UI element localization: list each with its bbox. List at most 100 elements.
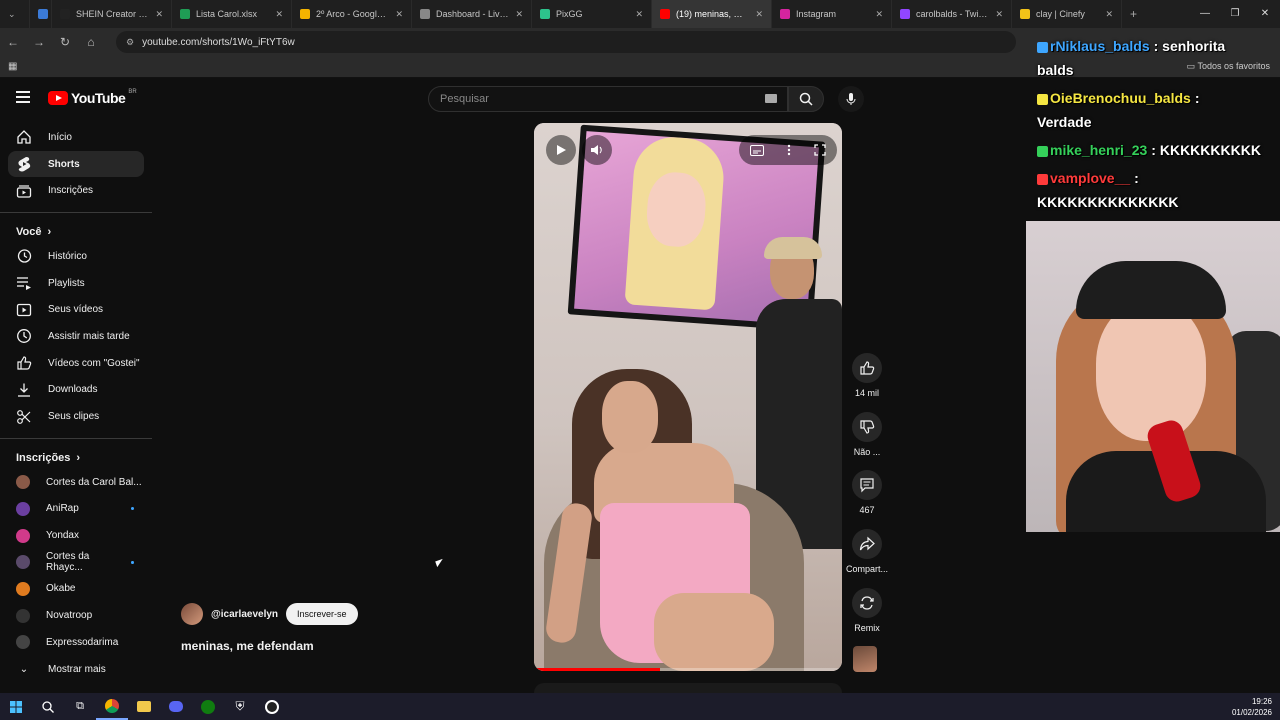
watch-later-icon xyxy=(16,328,32,344)
reload-button[interactable]: ↻ xyxy=(58,35,72,49)
more-options-icon[interactable] xyxy=(787,144,791,156)
browser-tab[interactable]: (19) meninas, me de ✕ xyxy=(652,0,772,28)
subscription-item[interactable]: AniRap xyxy=(8,496,144,523)
tab-close-icon[interactable]: ✕ xyxy=(1105,9,1113,20)
captions-icon[interactable] xyxy=(750,144,765,156)
search-input[interactable]: Pesquisar xyxy=(428,86,788,112)
action-count-label: Remix xyxy=(854,622,880,633)
sidebar-subscriptions-heading[interactable]: Inscrições › xyxy=(0,447,152,469)
dislike-button[interactable] xyxy=(852,411,882,442)
browser-tab[interactable]: Dashboard - LivePix ✕ xyxy=(412,0,532,28)
browser-tab[interactable]: Instagram ✕ xyxy=(772,0,892,28)
browser-tab[interactable] xyxy=(30,0,52,28)
sidebar-item-label: Histórico xyxy=(48,250,87,262)
sidebar-item-seus-vídeos[interactable]: Seus vídeos xyxy=(8,296,144,323)
home-button[interactable]: ⌂ xyxy=(84,35,98,49)
browser-tab[interactable]: 2º Arco - Google Dri ✕ xyxy=(292,0,412,28)
tab-close-icon[interactable]: ✕ xyxy=(875,9,883,20)
taskbar-xbox[interactable] xyxy=(192,693,224,720)
chat-badge-icon xyxy=(1037,173,1048,185)
all-bookmarks-button[interactable]: ▭ Todos os favoritos xyxy=(1187,61,1270,72)
fullscreen-icon[interactable] xyxy=(813,144,826,156)
channel-row: @icarlaevelyn Inscrever-se xyxy=(181,603,358,625)
subscription-item[interactable]: Cortes da Rhayc... xyxy=(8,549,144,576)
like-button[interactable] xyxy=(852,353,882,383)
site-info-icon[interactable]: ⚙ xyxy=(126,37,134,48)
subscriptions-heading-label: Inscrições xyxy=(16,451,71,464)
sidebar-item-inscrições[interactable]: Inscrições xyxy=(8,177,144,204)
video-progress-bar[interactable] xyxy=(534,668,842,671)
menu-icon[interactable] xyxy=(16,91,30,103)
new-tab-button[interactable]: + xyxy=(1122,0,1146,28)
tab-close-icon[interactable]: ✕ xyxy=(155,9,163,20)
taskbar-chrome[interactable] xyxy=(96,693,128,720)
subscriptions-icon xyxy=(16,183,32,199)
share-button[interactable] xyxy=(852,529,882,560)
system-clock[interactable]: 19:26 01/02/2026 xyxy=(1232,696,1272,718)
browser-tab[interactable]: Lista Carol.xlsx ✕ xyxy=(172,0,292,28)
tab-close-icon[interactable]: ✕ xyxy=(995,9,1003,20)
play-button[interactable] xyxy=(546,135,576,165)
tab-close-icon[interactable]: ✕ xyxy=(515,9,523,20)
taskbar-discord[interactable] xyxy=(160,693,192,720)
tab-close-icon[interactable]: ✕ xyxy=(635,9,643,20)
shorts-player[interactable] xyxy=(534,123,842,671)
minimize-button[interactable]: — xyxy=(1190,0,1220,28)
browser-tab[interactable]: carolbalds - Twitch ✕ xyxy=(892,0,1012,28)
chat-message: Verdade xyxy=(1037,114,1091,130)
new-content-dot xyxy=(131,560,134,564)
tab-close-icon[interactable]: ✕ xyxy=(395,9,403,20)
taskbar-search-button[interactable] xyxy=(32,693,64,720)
sidebar-you-heading[interactable]: Você › xyxy=(0,221,152,243)
chat-username: mike_henri_23 xyxy=(1050,142,1148,158)
forward-button[interactable]: → xyxy=(32,35,46,49)
subscribe-button[interactable]: Inscrever-se xyxy=(286,603,358,625)
voice-search-button[interactable] xyxy=(838,86,864,112)
sidebar-item-downloads[interactable]: Downloads xyxy=(8,377,144,404)
subscription-item[interactable]: Yondax xyxy=(8,522,144,549)
taskbar-security[interactable]: ⛨ xyxy=(224,693,256,720)
tab-search-button[interactable]: ⌄ xyxy=(0,0,30,28)
sidebar-item-playlists[interactable]: Playlists xyxy=(8,270,144,297)
taskbar-obs[interactable] xyxy=(256,693,288,720)
sidebar-item-seus-clipes[interactable]: Seus clipes xyxy=(8,403,144,430)
sidebar-item-label: Seus clipes xyxy=(48,411,100,423)
back-button[interactable]: ← xyxy=(6,35,20,49)
microphone-icon xyxy=(846,93,856,105)
channel-name[interactable]: @icarlaevelyn xyxy=(211,609,278,620)
subscription-item[interactable]: Cortes da Carol Bal... xyxy=(8,469,144,496)
subscription-item[interactable]: Expressodarima xyxy=(8,629,144,656)
task-view-button[interactable]: ⧉ xyxy=(64,693,96,720)
keyboard-icon[interactable] xyxy=(765,94,777,103)
tab-title: Lista Carol.xlsx xyxy=(196,9,258,19)
maximize-button[interactable]: ❐ xyxy=(1220,0,1250,28)
tab-close-icon[interactable]: ✕ xyxy=(755,9,763,20)
remix-button[interactable] xyxy=(852,587,882,618)
sidebar-item-assistir-mais-tarde[interactable]: Assistir mais tarde xyxy=(8,323,144,350)
sidebar-item-histórico[interactable]: Histórico xyxy=(8,243,144,270)
video-frame xyxy=(534,123,842,671)
clock-time: 19:26 xyxy=(1251,697,1272,706)
subscription-item[interactable]: Novatroop xyxy=(8,602,144,629)
close-window-button[interactable]: ✕ xyxy=(1250,0,1280,28)
browser-tab[interactable]: PixGG ✕ xyxy=(532,0,652,28)
browser-tab[interactable]: clay | Cinefy ✕ xyxy=(1012,0,1122,28)
comment-button[interactable] xyxy=(852,470,882,501)
sidebar-item-shorts[interactable]: Shorts xyxy=(8,150,144,178)
url-field[interactable]: ⚙ youtube.com/shorts/1Wo_iFtYT6w xyxy=(116,31,1016,53)
start-button[interactable] xyxy=(0,693,32,720)
sidebar-show-more[interactable]: ⌄ Mostrar mais xyxy=(8,656,144,683)
channel-avatar[interactable] xyxy=(181,603,203,625)
sidebar-item-início[interactable]: Início xyxy=(8,124,144,151)
tab-close-icon[interactable]: ✕ xyxy=(275,9,283,20)
volume-button[interactable] xyxy=(582,135,612,165)
apps-icon[interactable]: ▦ xyxy=(8,61,17,72)
subscription-item[interactable]: Okabe xyxy=(8,576,144,603)
search-button[interactable] xyxy=(788,86,824,112)
sound-thumbnail[interactable] xyxy=(853,646,877,672)
taskbar-file-explorer[interactable] xyxy=(128,693,160,720)
tab-title: Instagram xyxy=(796,9,837,19)
sidebar-item-vídeos-com-gostei[interactable]: Vídeos com "Gostei" xyxy=(8,350,144,377)
youtube-logo[interactable]: YouTube BR xyxy=(48,89,137,106)
browser-tab[interactable]: SHEIN Creator Cente ✕ xyxy=(52,0,172,28)
